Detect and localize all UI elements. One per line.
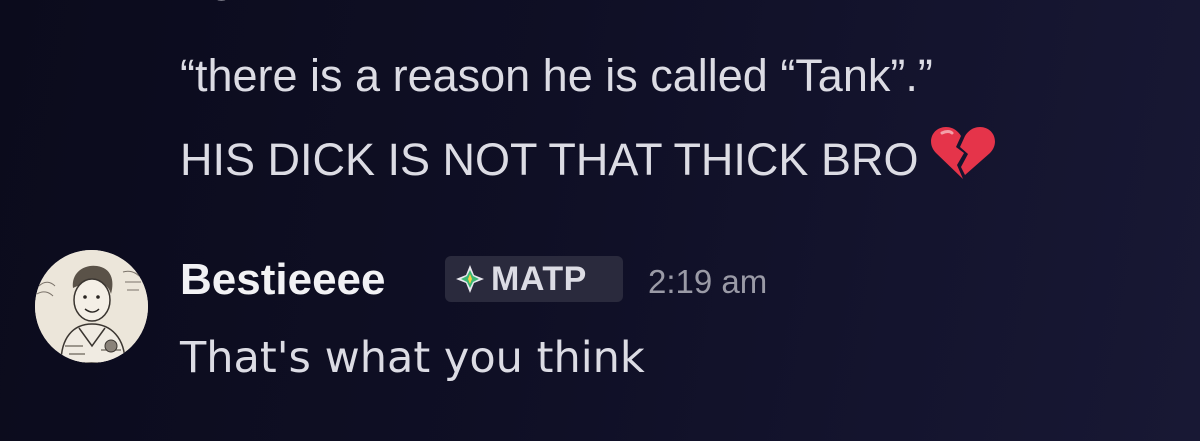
message-line-cutoff: LOLLLLLL [180, 0, 393, 8]
timestamp: 2:19 am [648, 263, 768, 300]
role-tag[interactable]: MATP [445, 256, 623, 302]
sparkle-diamond-icon [455, 264, 485, 294]
avatar[interactable] [35, 250, 148, 363]
message-line-with-emoji: HIS DICK IS NOT THAT THICK BRO [180, 123, 996, 186]
message-line: “there is a reason he is called “Tank”.” [180, 50, 933, 101]
username[interactable]: Bestieeee [180, 254, 385, 306]
broken-heart-icon [930, 123, 996, 183]
message-line-text: HIS DICK IS NOT THAT THICK BRO [180, 134, 919, 185]
chat-view: LOLLLLLL “there is a reason he is called… [0, 0, 1200, 441]
role-tag-label: MATP [491, 260, 587, 298]
message-text: That's what you think [180, 333, 645, 383]
